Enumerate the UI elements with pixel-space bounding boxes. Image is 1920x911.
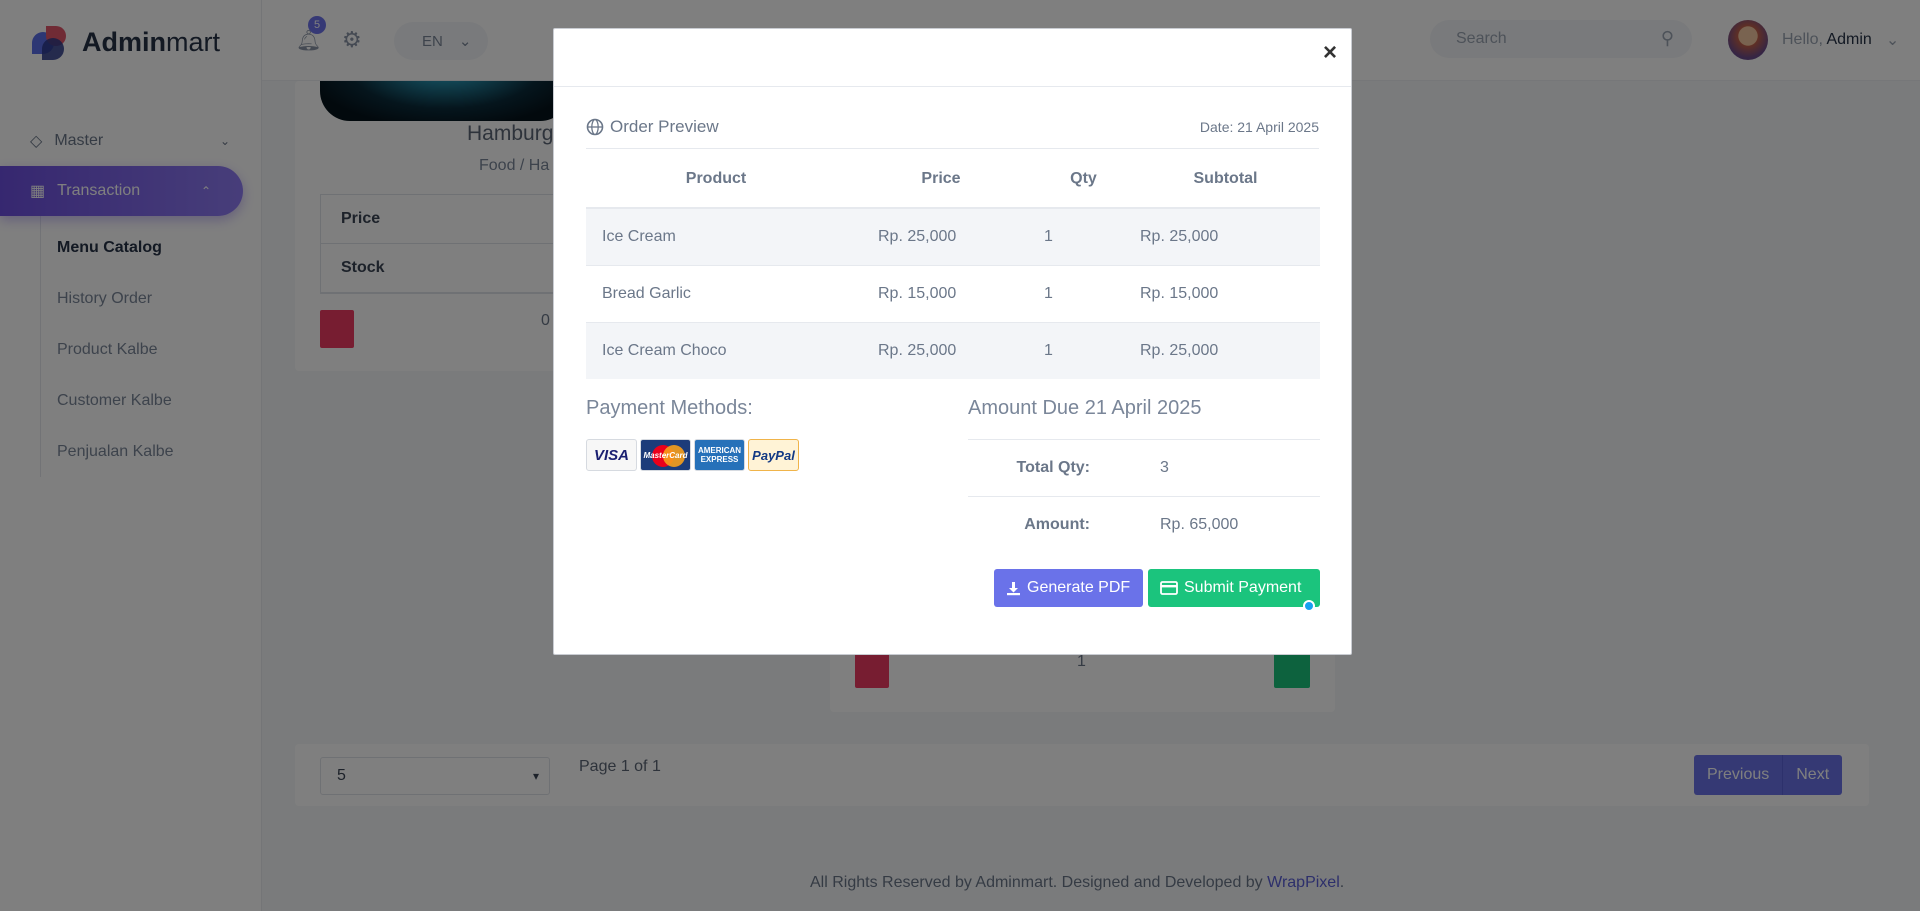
total-qty-row: Total Qty: 3 xyxy=(968,439,1320,496)
invoice-header: Order Preview Date: 21 April 2025 xyxy=(586,117,1319,149)
generate-pdf-label: Generate PDF xyxy=(1027,579,1131,596)
table-row: Ice Cream Choco Rp. 25,000 1 Rp. 25,000 xyxy=(586,321,1320,379)
order-preview-modal: × Order Preview Date: 21 April 2025 Prod… xyxy=(553,28,1352,655)
amount-due-title: Amount Due 21 April 2025 xyxy=(968,397,1202,419)
globe-icon xyxy=(586,118,604,136)
payment-methods-title: Payment Methods: xyxy=(586,397,753,419)
column-header-price: Price xyxy=(846,150,1036,209)
generate-pdf-button[interactable]: Generate PDF xyxy=(994,569,1143,607)
table-row: Ice Cream Rp. 25,000 1 Rp. 25,000 xyxy=(586,207,1320,265)
modal-title-text: Order Preview xyxy=(610,117,719,136)
cell-subtotal: Rp. 15,000 xyxy=(1131,264,1320,322)
cell-product: Ice Cream Choco xyxy=(586,321,846,379)
cell-qty: 1 xyxy=(1036,207,1131,265)
cell-qty: 1 xyxy=(1036,264,1131,322)
submit-payment-button[interactable]: Submit Payment xyxy=(1148,569,1320,607)
modal-header: × xyxy=(554,29,1351,87)
modal-title: Order Preview xyxy=(586,117,719,137)
cell-subtotal: Rp. 25,000 xyxy=(1131,321,1320,379)
paypal-icon: PayPal xyxy=(748,439,799,471)
amount-row: Amount: Rp. 65,000 xyxy=(968,496,1320,553)
total-qty-label: Total Qty: xyxy=(1016,459,1090,476)
cell-price: Rp. 15,000 xyxy=(846,264,1036,322)
submit-payment-label: Submit Payment xyxy=(1184,579,1302,596)
cell-product: Bread Garlic xyxy=(586,264,846,322)
column-header-qty: Qty xyxy=(1036,150,1131,209)
download-icon xyxy=(1007,581,1020,595)
table-row: Bread Garlic Rp. 15,000 1 Rp. 15,000 xyxy=(586,264,1320,322)
cell-product: Ice Cream xyxy=(586,207,846,265)
credit-card-icon xyxy=(1160,581,1178,595)
amount-value: Rp. 65,000 xyxy=(1160,516,1239,533)
cell-subtotal: Rp. 25,000 xyxy=(1131,207,1320,265)
cell-qty: 1 xyxy=(1036,321,1131,379)
payment-methods: VISA MasterCard AMERICAN EXPRESS PayPal xyxy=(586,439,799,471)
column-header-subtotal: Subtotal xyxy=(1131,150,1320,209)
mastercard-icon: MasterCard xyxy=(640,439,691,471)
cell-price: Rp. 25,000 xyxy=(846,321,1036,379)
cursor-indicator xyxy=(1303,600,1315,612)
amount-label: Amount: xyxy=(1024,516,1090,533)
cell-price: Rp. 25,000 xyxy=(846,207,1036,265)
order-items-table: Product Price Qty Subtotal Ice Cream Rp.… xyxy=(586,150,1320,379)
close-icon[interactable]: × xyxy=(1323,41,1337,65)
amex-card-icon: AMERICAN EXPRESS xyxy=(694,439,745,471)
total-qty-value: 3 xyxy=(1160,459,1169,476)
visa-card-icon: VISA xyxy=(586,439,637,471)
amount-due-table: Total Qty: 3 Amount: Rp. 65,000 xyxy=(968,439,1320,553)
column-header-product: Product xyxy=(586,150,846,209)
invoice-date: Date: 21 April 2025 xyxy=(1199,119,1319,135)
